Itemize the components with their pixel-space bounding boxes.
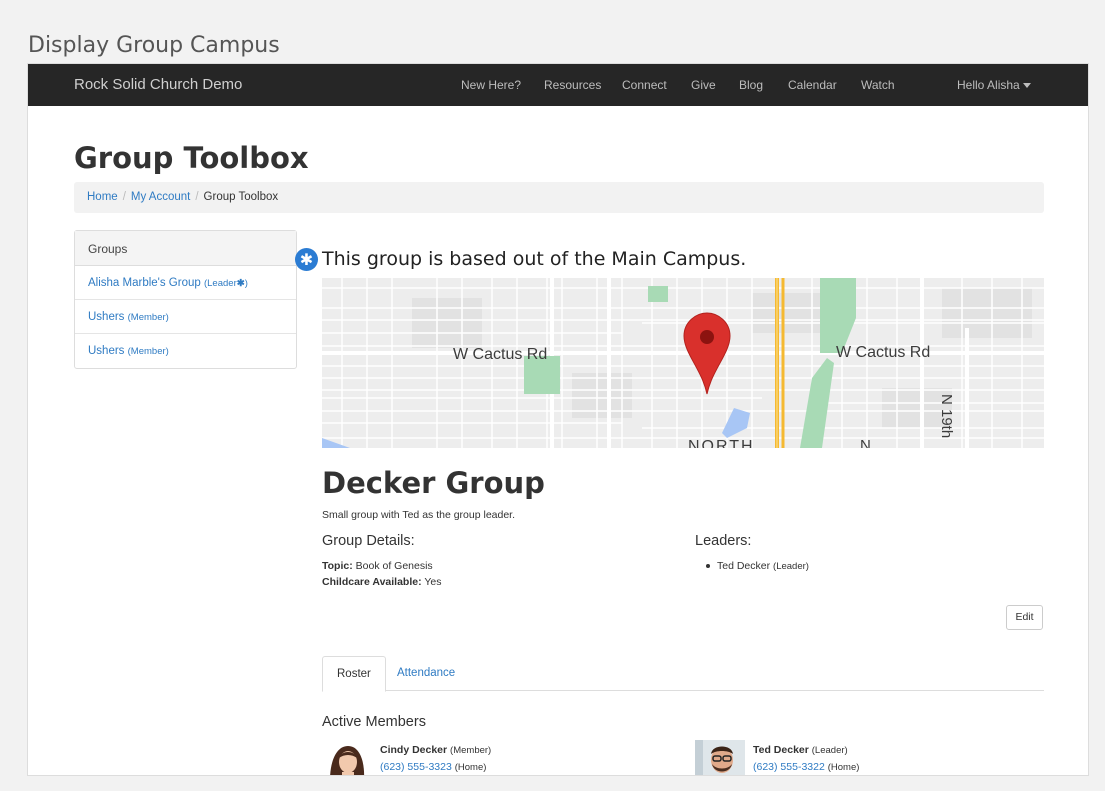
member-info: Cindy Decker (Member) (623) 555-3323 (Ho…: [380, 742, 492, 775]
leader-list-item: Ted Decker (Leader): [706, 560, 809, 572]
group-role: (Member): [127, 312, 169, 323]
breadcrumb-separator: /: [195, 191, 199, 203]
leader-name: Ted Decker: [717, 560, 771, 572]
groups-panel: Groups Alisha Marble's Group (Leader✱) U…: [74, 230, 297, 369]
nav-calendar[interactable]: Calendar: [788, 78, 837, 92]
group-list-item[interactable]: Alisha Marble's Group (Leader✱): [75, 266, 296, 300]
member-role: (Leader): [811, 745, 848, 756]
tab-roster[interactable]: Roster: [322, 656, 386, 692]
map-label: W Cactus Rd: [453, 346, 547, 363]
nav-give[interactable]: Give: [691, 78, 716, 92]
group-name: Ushers: [88, 345, 125, 357]
member-phone[interactable]: (623) 555-3323: [380, 761, 452, 773]
caret-down-icon: [1022, 83, 1031, 89]
topic-value: Book of Genesis: [355, 560, 433, 572]
map-label: W Cactus Rd: [836, 344, 930, 361]
map-label: N 19th: [938, 394, 955, 438]
breadcrumb: Home / My Account / Group Toolbox: [74, 182, 1044, 213]
group-location-map[interactable]: W Cactus Rd W Cactus Rd NORTH N 19th N: [322, 278, 1044, 448]
site-brand[interactable]: Rock Solid Church Demo: [74, 76, 242, 93]
nav-resources[interactable]: Resources: [544, 78, 601, 92]
nav-watch[interactable]: Watch: [861, 78, 895, 92]
member-name[interactable]: Cindy Decker: [380, 744, 447, 756]
breadcrumb-my-account[interactable]: My Account: [131, 191, 190, 203]
screenshot-caption: Display Group Campus: [28, 33, 280, 58]
group-description: Small group with Ted as the group leader…: [322, 509, 516, 521]
breadcrumb-home[interactable]: Home: [87, 191, 118, 203]
childcare-detail: Childcare Available: Yes: [322, 576, 441, 588]
group-role: (Member): [127, 346, 169, 357]
group-role-suffix: ): [244, 278, 248, 289]
member-role: (Member): [450, 745, 492, 756]
childcare-label: Childcare Available:: [322, 576, 422, 588]
page-title: Group Toolbox: [74, 141, 309, 175]
campus-marker-badge-icon: ✱: [295, 248, 318, 271]
group-name: Alisha Marble's Group: [88, 277, 201, 289]
user-menu-label: Hello Alisha: [957, 78, 1020, 92]
leaders-heading: Leaders:: [695, 533, 752, 549]
leader-role: (Leader): [773, 561, 809, 572]
group-list-item[interactable]: Ushers (Member): [75, 334, 296, 368]
avatar: [695, 740, 745, 775]
avatar: [322, 740, 372, 775]
campus-marker-icon: ✱: [236, 278, 245, 289]
topic-detail: Topic: Book of Genesis: [322, 560, 433, 572]
groups-panel-heading: Groups: [75, 231, 296, 266]
nav-blog[interactable]: Blog: [739, 78, 763, 92]
group-role: (Leader✱): [204, 278, 248, 289]
member-phone-type: (Home): [454, 762, 487, 773]
member-name[interactable]: Ted Decker: [753, 744, 809, 756]
group-list-item[interactable]: Ushers (Member): [75, 300, 296, 334]
breadcrumb-current: Group Toolbox: [203, 191, 279, 203]
map-graphic: W Cactus Rd W Cactus Rd NORTH N 19th N: [322, 278, 1044, 448]
campus-heading: This group is based out of the Main Camp…: [322, 248, 747, 270]
user-menu[interactable]: Hello Alisha: [957, 78, 1031, 92]
group-tabs: Roster Attendance: [322, 656, 1044, 692]
nav-connect[interactable]: Connect: [622, 78, 667, 92]
childcare-value: Yes: [424, 576, 442, 588]
active-members-heading: Active Members: [322, 714, 426, 730]
group-name: Ushers: [88, 311, 125, 323]
edit-button[interactable]: Edit: [1006, 605, 1043, 630]
member-phone-type: (Home): [827, 762, 860, 773]
breadcrumb-separator: /: [122, 191, 126, 203]
browser-page: Rock Solid Church Demo New Here? Resourc…: [27, 63, 1089, 776]
tab-attendance[interactable]: Attendance: [383, 656, 469, 691]
map-label: N: [860, 437, 871, 448]
group-details-heading: Group Details:: [322, 533, 415, 549]
nav-new-here[interactable]: New Here?: [461, 78, 521, 92]
group-role-label: (Leader: [203, 278, 237, 289]
topic-label: Topic:: [322, 560, 353, 572]
member-phone[interactable]: (623) 555-3322: [753, 761, 825, 773]
map-label: NORTH: [688, 438, 755, 448]
member-info: Ted Decker (Leader) (623) 555-3322 (Home…: [753, 742, 860, 775]
top-navbar: Rock Solid Church Demo New Here? Resourc…: [28, 64, 1088, 106]
group-title: Decker Group: [322, 466, 545, 500]
bullet-icon: [706, 564, 710, 569]
